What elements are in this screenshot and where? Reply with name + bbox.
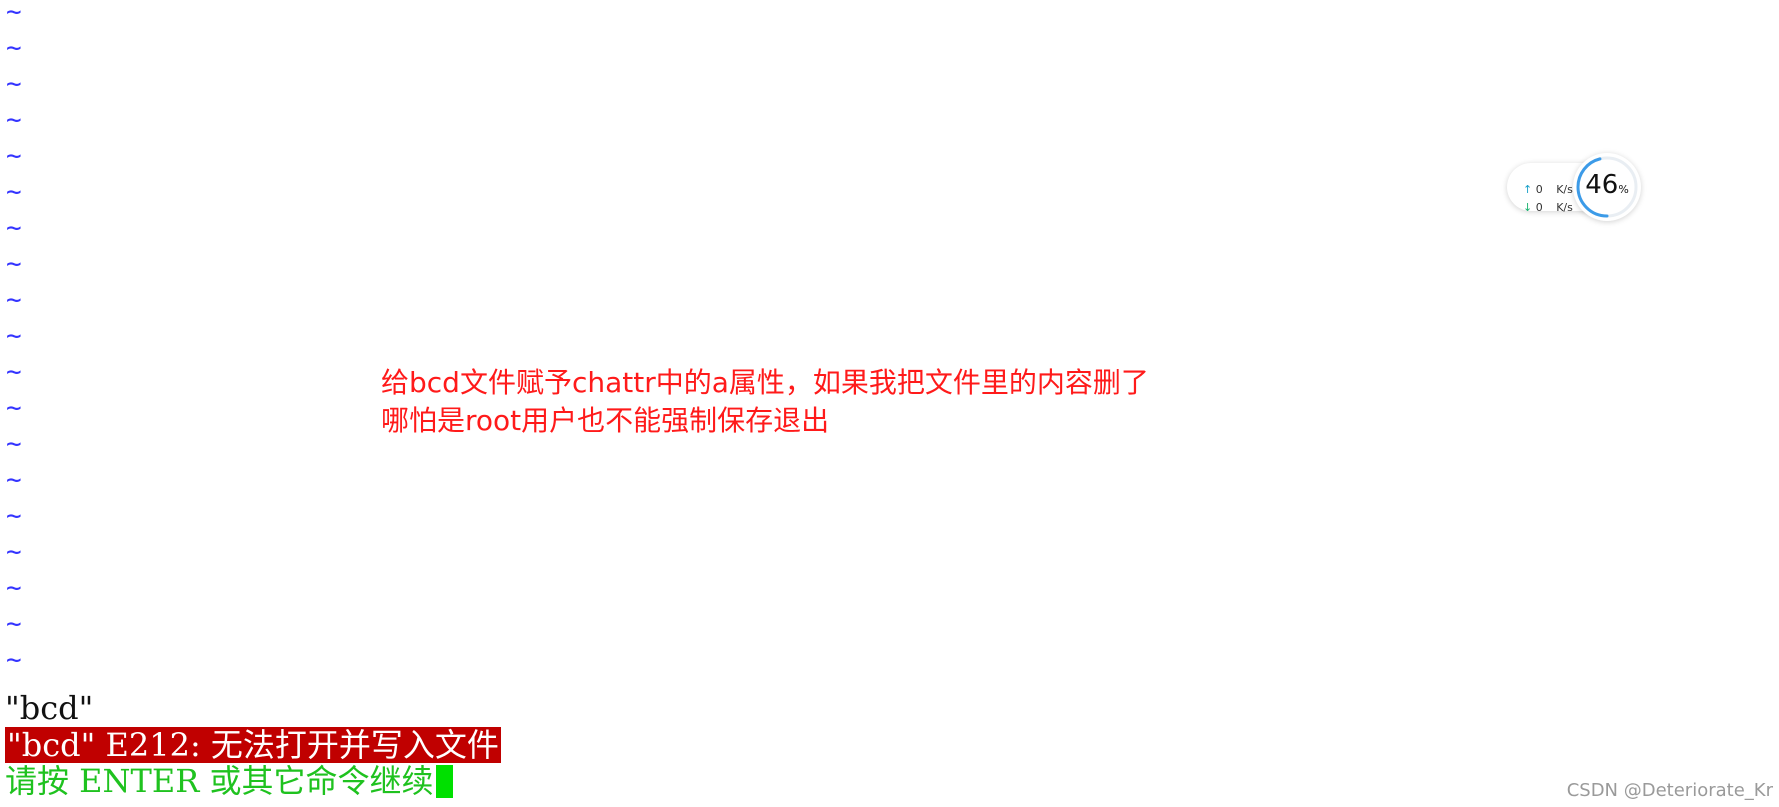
vim-tilde-line: ~: [6, 573, 22, 603]
vim-tilde-line: ~: [6, 609, 22, 639]
vim-tilde-line: ~: [6, 213, 22, 243]
vim-file-message: "bcd": [5, 689, 94, 727]
usage-gauge[interactable]: 46%: [1573, 153, 1641, 221]
vim-tilde-line: ~: [6, 33, 22, 63]
annotation-line-2: 哪怕是root用户也不能强制保存退出: [381, 404, 830, 437]
vim-tilde-line: ~: [6, 141, 22, 171]
vim-error-message: "bcd" E212: 无法打开并写入文件: [5, 726, 501, 764]
vim-tilde-line: ~: [6, 0, 22, 27]
vim-tilde-line: ~: [6, 177, 22, 207]
upload-speed: ↑ 0 K/s: [1523, 183, 1573, 196]
annotation-text: 给bcd文件赋予chattr中的a属性，如果我把文件里的内容删了 哪怕是root…: [381, 364, 1149, 440]
arrow-up-icon: ↑: [1523, 183, 1533, 196]
vim-tilde-line: ~: [6, 105, 22, 135]
vim-empty-lines: ~ ~ ~ ~ ~ ~ ~ ~ ~ ~ ~ ~ ~ ~ ~ ~ ~ ~ ~: [6, 0, 36, 678]
upload-unit: K/s: [1556, 183, 1573, 196]
vim-tilde-line: ~: [6, 537, 22, 567]
csdn-watermark: CSDN @Deteriorate_Kr: [1566, 780, 1773, 801]
vim-tilde-line: ~: [6, 285, 22, 315]
vim-tilde-line: ~: [6, 393, 22, 423]
vim-tilde-line: ~: [6, 429, 22, 459]
vim-tilde-line: ~: [6, 465, 22, 495]
download-unit: K/s: [1556, 201, 1573, 214]
vim-tilde-line: ~: [6, 645, 22, 675]
annotation-line-1: 给bcd文件赋予chattr中的a属性，如果我把文件里的内容删了: [381, 366, 1149, 399]
usage-percent: 46%: [1573, 170, 1641, 200]
vim-tilde-line: ~: [6, 321, 22, 351]
download-value: 0: [1535, 201, 1543, 214]
vim-tilde-line: ~: [6, 249, 22, 279]
network-speed-widget[interactable]: ↑ 0 K/s ↓ 0 K/s 46%: [1507, 153, 1641, 221]
usage-percent-value: 46: [1585, 170, 1619, 200]
vim-tilde-line: ~: [6, 357, 22, 387]
vim-continue-prompt[interactable]: 请按 ENTER 或其它命令继续: [5, 763, 453, 799]
download-speed: ↓ 0 K/s: [1523, 201, 1573, 214]
vim-tilde-line: ~: [6, 501, 22, 531]
vim-prompt-text: 请按 ENTER 或其它命令继续: [5, 762, 434, 800]
vim-tilde-line: ~: [6, 69, 22, 99]
upload-value: 0: [1535, 183, 1543, 196]
usage-percent-sign: %: [1618, 183, 1629, 196]
cursor-block: [435, 765, 453, 798]
arrow-down-icon: ↓: [1523, 201, 1533, 214]
